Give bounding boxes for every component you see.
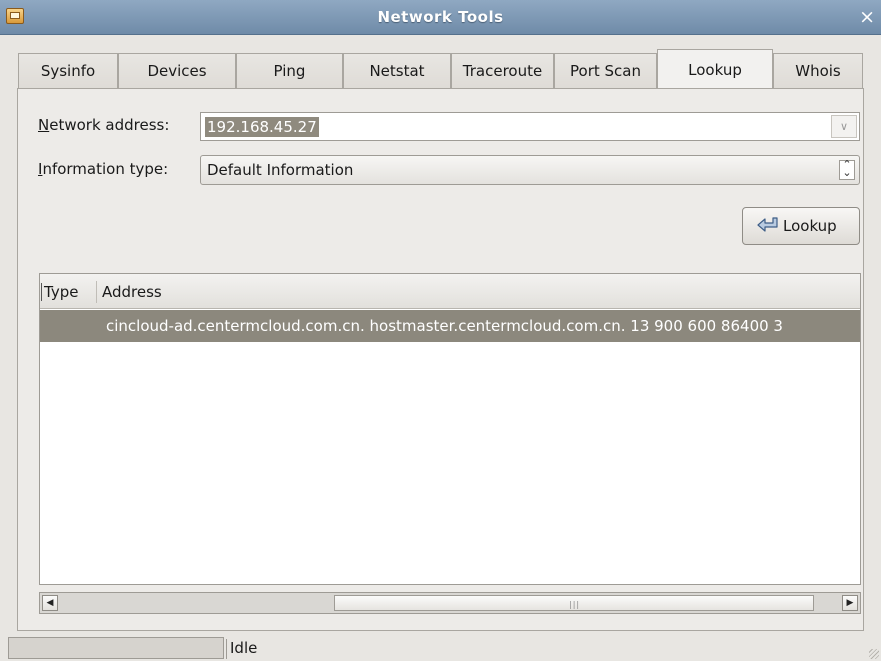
- tab-devices[interactable]: Devices: [118, 53, 236, 89]
- status-bar: Idle: [0, 636, 881, 661]
- information-type-select[interactable]: Default Information ⌃ ⌄: [200, 155, 860, 185]
- progress-bar: [8, 637, 224, 659]
- scrollbar-thumb[interactable]: |||: [334, 595, 814, 611]
- table-header: Type Address: [40, 274, 860, 309]
- column-header-type[interactable]: Type: [40, 274, 92, 308]
- resize-grip-icon[interactable]: [869, 649, 879, 659]
- lookup-arrow-icon: [757, 217, 778, 232]
- status-divider: [226, 639, 227, 659]
- scroll-left-icon[interactable]: ◀: [42, 595, 58, 611]
- close-icon[interactable]: ×: [859, 0, 875, 34]
- tab-ping[interactable]: Ping: [236, 53, 343, 89]
- status-text: Idle: [230, 639, 258, 657]
- tab-traceroute[interactable]: Traceroute: [451, 53, 554, 89]
- updown-arrows-icon: ⌃ ⌄: [839, 159, 855, 180]
- scroll-right-icon[interactable]: ▶: [842, 595, 858, 611]
- lookup-button-label: Lookup: [783, 217, 837, 235]
- tab-netstat[interactable]: Netstat: [343, 53, 451, 89]
- tab-lookup[interactable]: Lookup: [657, 49, 773, 89]
- horizontal-scrollbar[interactable]: ◀ ||| ▶: [39, 592, 861, 614]
- information-type-label: Information type:: [38, 160, 169, 178]
- results-table[interactable]: Type Address cincloud-ad.centermcloud.co…: [39, 273, 861, 585]
- tab-bar: Sysinfo Devices Ping Netstat Traceroute …: [18, 49, 863, 89]
- tab-sysinfo[interactable]: Sysinfo: [18, 53, 118, 89]
- column-header-address[interactable]: Address: [102, 274, 162, 308]
- row-address: cincloud-ad.centermcloud.com.cn. hostmas…: [106, 317, 783, 335]
- chevron-down-icon[interactable]: ∨: [831, 115, 857, 138]
- grip-icon: |||: [569, 600, 581, 609]
- column-divider[interactable]: [96, 281, 97, 303]
- table-row[interactable]: cincloud-ad.centermcloud.com.cn. hostmas…: [40, 310, 860, 342]
- network-address-value[interactable]: 192.168.45.27: [205, 117, 319, 137]
- tab-whois[interactable]: Whois: [773, 53, 863, 89]
- window-title: Network Tools: [377, 8, 504, 26]
- title-bar[interactable]: Network Tools ×: [0, 0, 881, 35]
- network-address-input[interactable]: 192.168.45.27 ∨: [200, 112, 860, 141]
- information-type-value: Default Information: [207, 161, 354, 179]
- network-address-label: Network address:: [38, 116, 170, 134]
- lookup-button[interactable]: Lookup: [742, 207, 860, 245]
- tab-port-scan[interactable]: Port Scan: [554, 53, 657, 89]
